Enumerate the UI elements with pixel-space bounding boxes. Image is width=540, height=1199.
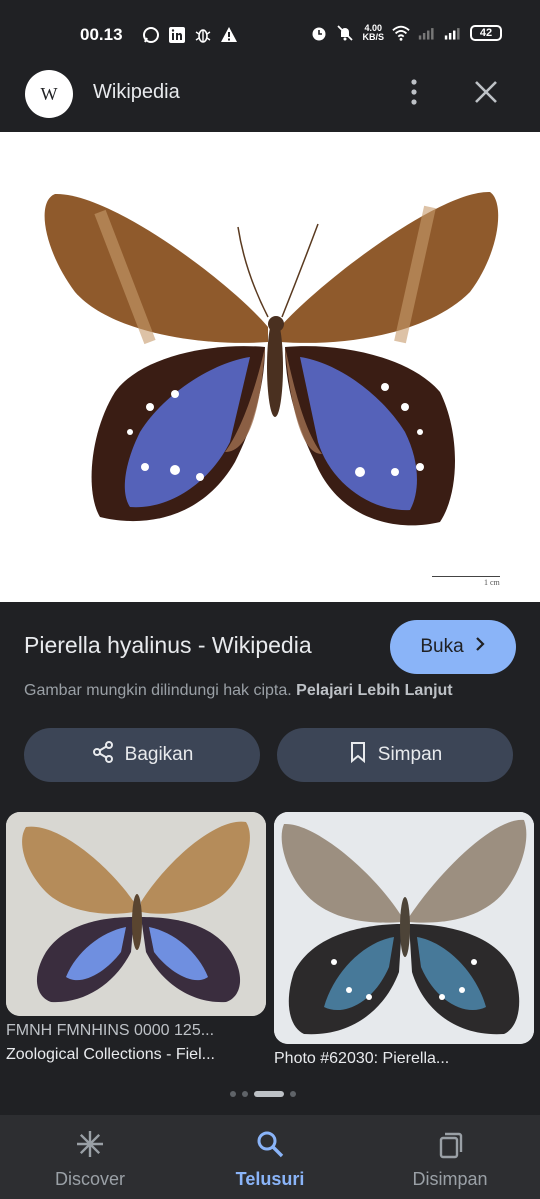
mute-icon [336, 24, 354, 42]
system-icons: 4.00 KB/S 42 [310, 24, 502, 42]
nav-label-saved: Disimpan [412, 1169, 488, 1189]
notification-icons [142, 26, 238, 44]
share-label: Bagikan [124, 744, 194, 765]
nav-label-search: Telusuri [235, 1169, 305, 1189]
carousel-dot [230, 1091, 236, 1097]
related-thumbnail[interactable] [6, 812, 266, 1016]
save-label: Simpan [377, 744, 443, 765]
close-icon[interactable] [470, 76, 502, 108]
share-icon [91, 740, 115, 770]
butterfly-image [44, 191, 499, 526]
save-button[interactable]: Simpan [277, 728, 513, 782]
nav-label-discover: Discover [54, 1169, 125, 1189]
scale-bar: 1 cm [432, 576, 500, 587]
status-bar: 00.13 4.00 KB/S 42 [0, 0, 540, 70]
warning-icon [220, 26, 238, 44]
chevron-right-icon [474, 636, 486, 658]
carousel-dot [290, 1091, 296, 1097]
notice-text: Gambar mungkin dilindungi hak cipta. [24, 682, 292, 699]
wifi-icon [392, 24, 410, 42]
copyright-notice: Gambar mungkin dilindungi hak cipta. Pel… [24, 682, 453, 700]
signal-icon-1 [418, 24, 436, 42]
more-options-icon[interactable] [400, 76, 428, 108]
carousel-dot [242, 1091, 248, 1097]
asterisk-icon [73, 1127, 107, 1161]
app-bar: W Wikipedia [0, 70, 540, 132]
learn-more-link[interactable]: Pelajari Lebih Lanjut [296, 682, 452, 699]
bottom-nav: Discover Telusuri Disimpan [0, 1115, 540, 1199]
main-image[interactable]: 1 cm [0, 132, 540, 602]
wikipedia-logo: W [25, 70, 73, 118]
collections-icon [433, 1127, 467, 1161]
bookmark-icon [348, 740, 368, 770]
related-image-card[interactable]: Photo #62030: Pierella... [274, 812, 534, 1068]
app-title: Wikipedia [93, 81, 180, 103]
status-time: 00.13 [80, 25, 123, 44]
related-caption-1: FMNH FMNHINS 0000 125... [6, 1022, 215, 1039]
battery-indicator: 42 [470, 25, 502, 41]
related-caption-2: Zoological Collections - Fiel... [6, 1046, 215, 1063]
search-icon [253, 1127, 287, 1161]
nav-item-discover[interactable]: Discover [0, 1115, 180, 1199]
result-title: Pierella hyalinus - Wikipedia [24, 632, 312, 658]
open-button-label: Buka [420, 636, 464, 657]
carousel-dot-active [254, 1091, 284, 1097]
linkedin-icon [168, 26, 186, 44]
share-button[interactable]: Bagikan [24, 728, 260, 782]
related-image-card[interactable]: FMNH FMNHINS 0000 125... Zoological Coll… [6, 812, 266, 1064]
signal-icon-2 [444, 24, 462, 42]
related-caption-3: Photo #62030: Pierella... [274, 1050, 450, 1067]
bug-icon [194, 26, 212, 44]
carousel-indicator [230, 1091, 296, 1097]
related-thumbnail[interactable] [274, 812, 534, 1044]
nav-item-search[interactable]: Telusuri [180, 1115, 360, 1199]
open-button[interactable]: Buka [390, 620, 516, 674]
nav-item-saved[interactable]: Disimpan [360, 1115, 540, 1199]
whatsapp-icon [142, 26, 160, 44]
alarm-icon [310, 24, 328, 42]
network-speed: 4.00 KB/S [362, 23, 384, 42]
